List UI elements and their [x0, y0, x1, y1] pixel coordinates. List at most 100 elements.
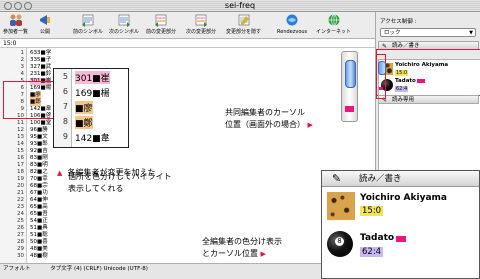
- mini-scroll-thumb: [378, 61, 386, 75]
- zoom-line-number: 9: [62, 132, 68, 141]
- hide-changes-button[interactable]: 変更部分を隠す: [226, 13, 261, 35]
- line-number: 12: [17, 127, 24, 133]
- access-select[interactable]: ロック ▼: [380, 28, 476, 37]
- editor-line: 68■宗: [30, 183, 48, 189]
- toolbar-label: 変更部分を隠す: [226, 29, 262, 35]
- zoom-line-text: 301■崔: [75, 71, 110, 84]
- line-number: 27: [17, 232, 24, 238]
- scroll-thumb[interactable]: [345, 60, 356, 88]
- line-number: 14: [17, 141, 24, 147]
- editor-line: 83■明: [30, 162, 48, 168]
- zoom-line-number: 7: [62, 102, 68, 111]
- pencil-icon: ✎: [332, 172, 342, 185]
- editor-line: 70■幸: [30, 176, 48, 182]
- line-number: 25: [17, 218, 24, 224]
- toolbar-label: 次の変更部分: [186, 29, 217, 35]
- offscreen-cursor-marker: [345, 106, 354, 112]
- toolbar-label: 公開: [39, 29, 50, 35]
- editor-line: 92■吉: [30, 148, 48, 154]
- editor-line: 65■高: [30, 204, 48, 210]
- megaphone-icon: [40, 15, 50, 25]
- status-encoding: タブ文字 (4) (CRLF) Unicode (UTF-8): [50, 266, 148, 272]
- toolbar-label: 次のシンボル: [109, 29, 140, 35]
- rendezvous-button[interactable]: Rendezvous: [277, 13, 307, 35]
- line-number: 29: [17, 246, 24, 252]
- red-arrow-right-icon: ▶: [307, 121, 313, 129]
- line-number: 4: [20, 71, 25, 77]
- line-number: 1: [20, 50, 25, 56]
- zoomed-highlight-view: 5 301■崔 6 169■楊 7 ■廖 8 ■鄭 9 142■韋: [53, 68, 129, 148]
- line-number: 28: [17, 239, 24, 245]
- zoom-line-text: 142■韋: [75, 134, 110, 144]
- prev-symbol-icon: [82, 14, 94, 27]
- window-title: sei-freq: [224, 1, 256, 10]
- internet-button[interactable]: インターネット: [316, 13, 351, 35]
- ro-section-header[interactable]: ✎ 読み専用: [378, 95, 479, 104]
- line-number: 24: [17, 211, 24, 217]
- line-number: 26: [17, 225, 24, 231]
- user-name: Tadato: [360, 233, 395, 243]
- toolbar-label: 前のシンボル: [73, 29, 104, 35]
- hide-changes-icon: [238, 14, 249, 26]
- editor-line: 51■典: [30, 225, 48, 231]
- editor-line: 48■樹: [30, 253, 48, 259]
- toolbar-label: インターネット: [316, 29, 352, 35]
- mini-cursor-marker: [379, 87, 383, 90]
- editor-line: 96■勝: [30, 127, 48, 133]
- zoomed-user-panel: ✎ 読み／書き Yoichiro Akiyama 15:0 8 Tadato 6…: [321, 170, 480, 279]
- eightball-avatar: 8: [327, 231, 353, 257]
- color-annotation-line2: とカーソル位置 ▶: [202, 248, 266, 260]
- line-number: 21: [17, 190, 24, 196]
- user-color-swatch: [396, 236, 406, 242]
- editor-line: 100■堂: [30, 120, 52, 126]
- next-change-icon: [195, 14, 207, 27]
- user-name: Yoichiro Akiyama: [360, 193, 447, 203]
- title-bar: sei-freq: [0, 0, 480, 12]
- panel-scroll-outline: [376, 54, 386, 99]
- status-bar: アフォルト タブ文字 (4) (CRLF) Unicode (UTF-8): [0, 263, 375, 279]
- editor-line: 50■喜: [30, 239, 48, 245]
- collaborator-scrollbar[interactable]: [341, 51, 358, 122]
- next-change-button[interactable]: 次の変更部分: [186, 13, 216, 35]
- toolbar-label: 前の変更部分: [146, 29, 177, 35]
- access-label: アクセス制御 :: [380, 19, 417, 25]
- editor-line: 82■之: [30, 169, 48, 175]
- editor-line: 51■聡: [30, 232, 48, 238]
- editor-line: 48■美: [30, 246, 48, 252]
- user-position: 15:0: [360, 206, 384, 216]
- zoom-line-text: ■鄭: [75, 116, 93, 129]
- prev-symbol-button[interactable]: 前のシンボル: [73, 13, 103, 35]
- line-number: 3: [20, 64, 25, 70]
- editor-line: 64■伸: [30, 197, 48, 203]
- chevron-down-icon: ▼: [469, 30, 473, 36]
- zoom-line-number: 5: [62, 72, 68, 81]
- next-symbol-button[interactable]: 次のシンボル: [109, 13, 139, 35]
- big-rw-header: ✎ 読み／書き: [322, 171, 479, 187]
- toolbar-label: Rendezvous: [277, 29, 308, 35]
- editor-line: 54■正: [30, 218, 48, 224]
- line-number: 22: [17, 197, 24, 203]
- editor-line: 327■武: [30, 64, 52, 70]
- line-number: 15: [17, 148, 24, 154]
- annotation-line: 表示してくれる: [68, 184, 124, 193]
- leopard-avatar: [327, 192, 355, 220]
- participants-button[interactable]: 参加者一覧: [3, 13, 28, 35]
- line-number: 20: [17, 183, 24, 189]
- editor-line: 65■吾: [30, 211, 48, 217]
- publish-button[interactable]: 公開: [38, 13, 52, 35]
- zoom-line-number: 8: [62, 117, 68, 126]
- zoom-line-number: 6: [62, 87, 68, 96]
- user-list-outline: [376, 49, 480, 96]
- ro-header-label: 読み専用: [392, 97, 415, 103]
- toolbar: 参加者一覧 公開 前のシンボル 次のシンボル 前の変更部分 次の変更部分 変更部…: [0, 12, 375, 39]
- line-number: 11: [17, 120, 24, 126]
- next-symbol-icon: [118, 14, 130, 27]
- editor-line: 67■功: [30, 190, 48, 196]
- line-number: 19: [17, 176, 24, 182]
- zoom-line-text: ■廖: [75, 101, 93, 114]
- prev-change-button[interactable]: 前の変更部分: [146, 13, 176, 35]
- editor-line: 633■学: [30, 50, 52, 56]
- editor-line: 95■文: [30, 134, 48, 140]
- internet-icon: [328, 14, 339, 26]
- highlight-lines-outline: [3, 81, 54, 119]
